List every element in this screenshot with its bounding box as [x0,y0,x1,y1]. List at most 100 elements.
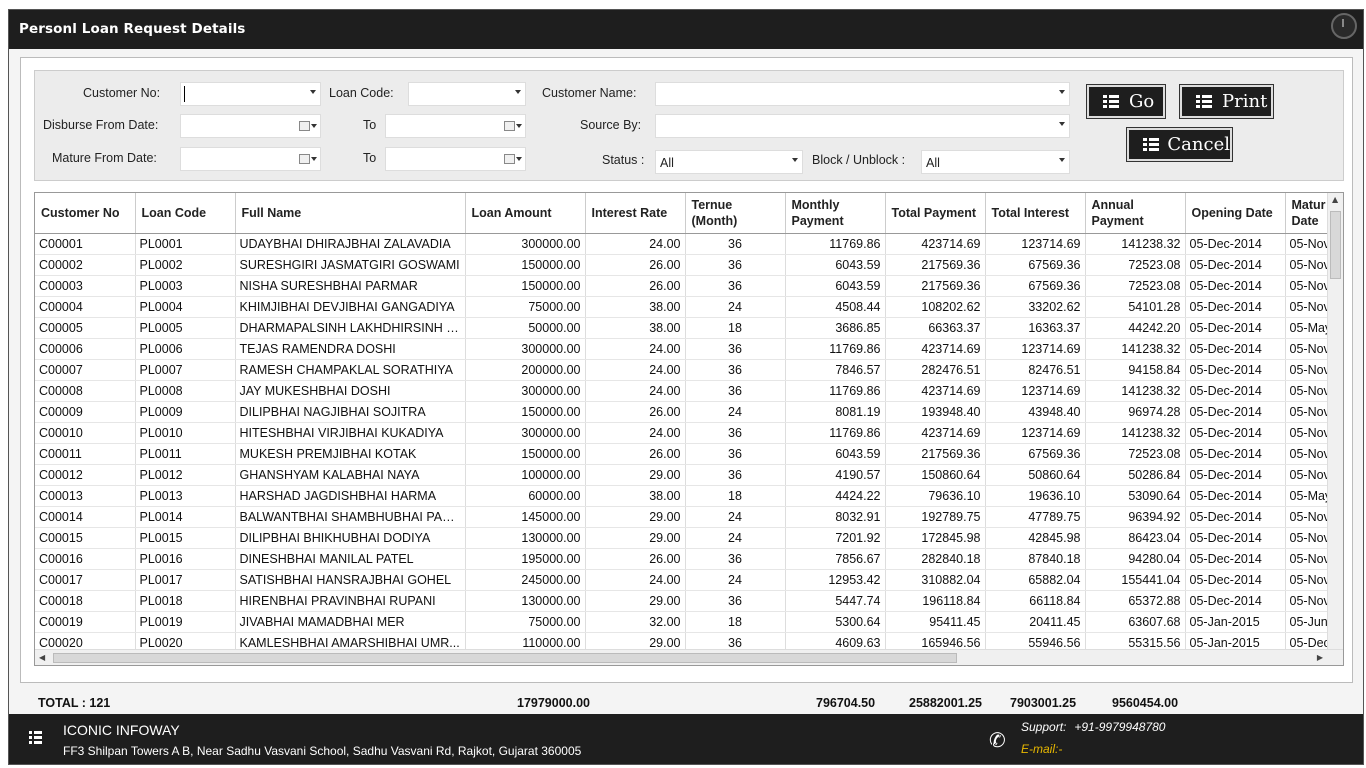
chevron-down-icon[interactable] [792,158,798,162]
chevron-down-icon[interactable] [515,90,521,94]
column-header[interactable]: Interest Rate [585,193,686,234]
column-header[interactable]: Monthly Payment [785,193,886,234]
scroll-thumb[interactable] [1330,211,1341,279]
cancel-button[interactable]: Cancel [1126,127,1233,162]
table-cell: 423714.69 [885,422,986,444]
table-row[interactable]: C00014 PL0014 BALWANTBHAI SHAMBHUBHAI PAN.… [35,506,1343,528]
customer-no-combo[interactable] [180,82,321,106]
table-cell: 11769.86 [785,422,886,444]
table-cell: 141238.32 [1085,422,1186,444]
print-button[interactable]: Print [1179,84,1274,119]
chevron-down-icon[interactable] [311,124,317,128]
disburse-from-date[interactable] [180,114,321,138]
table-cell: PL0004 [135,296,236,318]
total-loan-amount: 17979000.00 [517,696,590,710]
table-row[interactable]: C00013 PL0013 HARSHAD JAGDISHBHAI HARMA 600… [35,485,1343,507]
chevron-down-icon[interactable] [516,157,522,161]
table-cell: 44242.20 [1085,317,1186,339]
column-header[interactable]: Full Name [235,193,466,234]
table-row[interactable]: C00019 PL0019 JIVABHAI MAMADBHAI MER 75000.… [35,611,1343,633]
table-cell: 26.00 [585,254,686,276]
table-cell: 282840.18 [885,548,986,570]
table-row[interactable]: C00007 PL0007 RAMESH CHAMPAKLAL SORATHIYA 2… [35,359,1343,381]
table-cell: 60000.00 [465,485,586,507]
table-cell: 155441.04 [1085,569,1186,591]
table-row[interactable]: C00008 PL0008 JAY MUKESHBHAI DOSHI 300000.0… [35,380,1343,402]
disburse-to-date[interactable] [385,114,526,138]
power-icon[interactable] [1331,13,1357,39]
table-row[interactable]: C00016 PL0016 DINESHBHAI MANILAL PATEL 1950… [35,548,1343,570]
table-cell: 11769.86 [785,380,886,402]
table-row[interactable]: C00001 PL0001 UDAYBHAI DHIRAJBHAI ZALAVADI… [35,233,1343,255]
column-header[interactable]: Total Payment [885,193,986,234]
loan-grid[interactable]: Customer No Loan Code Full Name Loan Amount… [34,192,1344,666]
column-header[interactable]: Ternue (Month) [685,193,786,234]
table-cell: 300000.00 [465,422,586,444]
vertical-scrollbar[interactable]: ▲ [1327,193,1343,651]
table-cell: 24 [685,569,786,591]
table-row[interactable]: C00017 PL0017 SATISHBHAI HANSRAJBHAI GOHEL… [35,569,1343,591]
customer-name-combo[interactable] [655,82,1070,106]
chevron-down-icon[interactable] [516,124,522,128]
table-cell: C00014 [35,506,136,528]
table-cell: 3686.85 [785,317,886,339]
table-row[interactable]: C00003 PL0003 NISHA SURESHBHAI PARMAR 15000… [35,275,1343,297]
table-cell: 123714.69 [985,233,1086,255]
table-row[interactable]: C00004 PL0004 KHIMJIBHAI DEVJIBHAI GANGADI… [35,296,1343,318]
chevron-down-icon[interactable] [310,90,316,94]
calendar-icon[interactable] [299,154,310,164]
chevron-down-icon[interactable] [1059,122,1065,126]
chevron-down-icon[interactable] [311,157,317,161]
table-cell: C00006 [35,338,136,360]
menu-icon[interactable] [29,731,43,745]
chevron-down-icon[interactable] [1059,90,1065,94]
source-by-combo[interactable] [655,114,1070,138]
table-row[interactable]: C00010 PL0010 HITESHBHAI VIRJIBHAI KUKADIY… [35,422,1343,444]
table-cell: 05-Dec-2014 [1185,569,1286,591]
scroll-right-icon[interactable]: ▶ [1317,653,1323,662]
scroll-thumb[interactable] [53,653,957,663]
table-row[interactable]: C00006 PL0006 TEJAS RAMENDRA DOSHI 300000.0… [35,338,1343,360]
table-cell: 65882.04 [985,569,1086,591]
column-header[interactable]: Customer No [35,193,136,234]
table-cell: 36 [685,254,786,276]
calendar-icon[interactable] [504,154,515,164]
table-cell: 172845.98 [885,527,986,549]
go-button[interactable]: Go [1086,84,1166,119]
column-header[interactable]: Total Interest [985,193,1086,234]
table-cell: PL0001 [135,233,236,255]
table-row[interactable]: C00018 PL0018 HIRENBHAI PRAVINBHAI RUPANI 1… [35,590,1343,612]
column-header[interactable]: Opening Date [1185,193,1286,234]
table-row[interactable]: C00005 PL0005 DHARMAPALSINH LAKHDHIRSINH R… [35,317,1343,339]
table-row[interactable]: C00011 PL0011 MUKESH PREMJIBHAI KOTAK 15000… [35,443,1343,465]
column-header[interactable]: Annual Payment [1085,193,1186,234]
table-row[interactable]: C00015 PL0015 DILIPBHAI BHIKHUBHAI DODIYA 1… [35,527,1343,549]
status-combo[interactable]: All [655,150,803,174]
block-unblock-combo[interactable]: All [921,150,1070,174]
column-header[interactable]: Loan Amount [465,193,586,234]
calendar-icon[interactable] [504,121,515,131]
table-row[interactable]: C00009 PL0009 DILIPBHAI NAGJIBHAI SOJITRA 1… [35,401,1343,423]
source-by-label: Source By: [580,118,642,132]
table-cell: DILIPBHAI BHIKHUBHAI DODIYA [235,527,466,549]
table-cell: 11769.86 [785,338,886,360]
table-row[interactable]: C00012 PL0012 GHANSHYAM KALABHAI NAYA 10000… [35,464,1343,486]
horizontal-scrollbar[interactable]: ◀ ▶ [35,649,1343,665]
mature-from-date[interactable] [180,147,321,171]
table-row[interactable]: C00002 PL0002 SURESHGIRI JASMATGIRI GOSWAM… [35,254,1343,276]
chevron-down-icon[interactable] [1059,158,1065,162]
scroll-up-icon[interactable]: ▲ [1332,195,1338,204]
footer: ICONIC INFOWAY FF3 Shilpan Towers A B, N… [9,714,1363,764]
mature-to-date[interactable] [385,147,526,171]
table-cell: 423714.69 [885,338,986,360]
table-cell: 05-Dec-2014 [1185,443,1286,465]
table-cell: 24.00 [585,338,686,360]
calendar-icon[interactable] [299,121,310,131]
scroll-left-icon[interactable]: ◀ [39,653,45,662]
table-cell: 130000.00 [465,590,586,612]
table-cell: 5447.74 [785,590,886,612]
loan-code-combo[interactable] [408,82,526,106]
table-cell: 36 [685,338,786,360]
table-header-row: Customer No Loan Code Full Name Loan Amount… [35,193,1343,234]
column-header[interactable]: Loan Code [135,193,236,234]
